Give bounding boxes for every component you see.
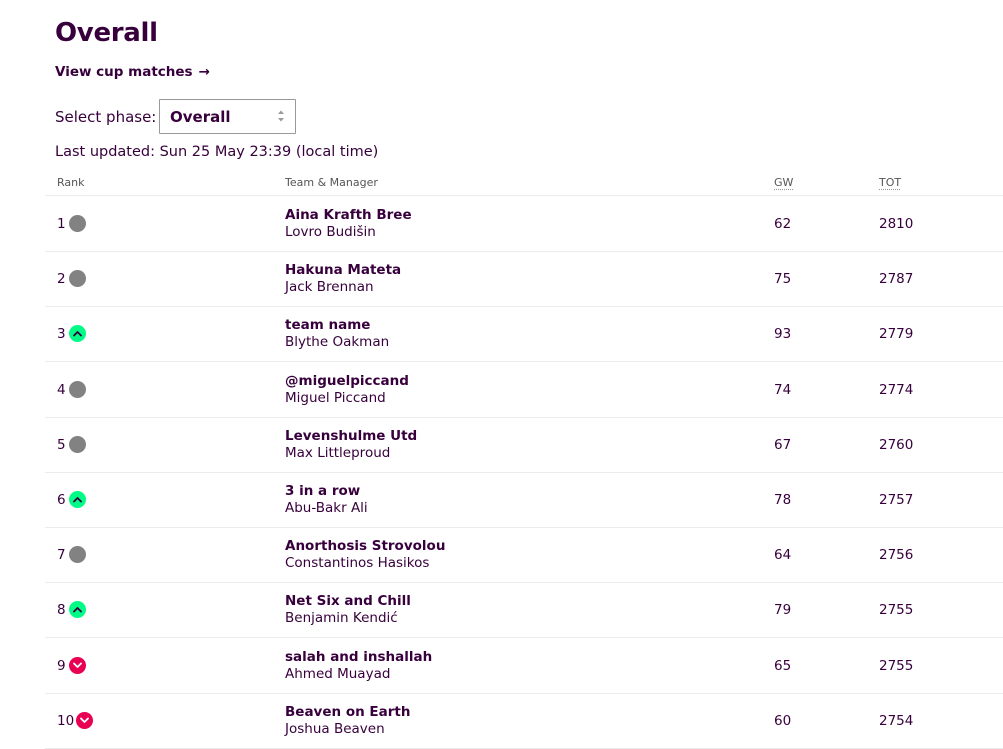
phase-select-value: Overall bbox=[170, 108, 231, 126]
total-points: 2760 bbox=[879, 436, 914, 453]
gw-points: 67 bbox=[774, 436, 792, 453]
gw-points: 78 bbox=[774, 492, 792, 508]
arrow-right-icon: → bbox=[198, 64, 210, 80]
team-name-link[interactable]: @miguelpiccand bbox=[285, 373, 409, 389]
gw-column-header: GW bbox=[774, 176, 794, 189]
movement-down-icon bbox=[69, 656, 86, 674]
total-points: 2756 bbox=[879, 547, 914, 564]
gw-points: 64 bbox=[774, 547, 792, 564]
team-name-link[interactable]: Aina Krafth Bree bbox=[285, 207, 412, 223]
total-points: 2787 bbox=[879, 271, 914, 288]
team-name-link[interactable]: Levenshulme Utd bbox=[285, 428, 417, 444]
manager-name: Miguel Piccand bbox=[285, 389, 386, 406]
tot-column-header: TOT bbox=[879, 176, 902, 189]
movement-same-icon bbox=[69, 215, 86, 232]
movement-same-icon bbox=[69, 380, 86, 398]
table-row: 6 3 in a row Abu-Bakr Ali 78 2757 bbox=[45, 472, 1003, 528]
movement-same-icon bbox=[69, 546, 86, 564]
table-row: 3 team name Blythe Oakman 93 2779 bbox=[45, 306, 1003, 363]
total-points: 2757 bbox=[879, 492, 914, 508]
manager-name: Blythe Oakman bbox=[285, 334, 390, 351]
rank-value: 6 bbox=[57, 492, 66, 508]
view-cup-matches-link[interactable]: View cup matches → bbox=[55, 64, 210, 80]
phase-select[interactable]: Overall bbox=[159, 99, 296, 134]
manager-name: Joshua Beaven bbox=[285, 720, 385, 737]
select-arrows-icon bbox=[278, 110, 284, 122]
last-updated-text: Last updated: Sun 25 May 23:39 (local ti… bbox=[55, 144, 379, 160]
manager-name: Jack Brennan bbox=[285, 279, 374, 296]
rank-column-header: Rank bbox=[57, 176, 85, 189]
view-cup-matches-label: View cup matches bbox=[55, 64, 193, 80]
movement-same-icon bbox=[69, 435, 86, 453]
rank-value: 1 bbox=[57, 216, 66, 232]
gw-points: 79 bbox=[774, 602, 792, 619]
rank-value: 3 bbox=[57, 326, 66, 343]
team-name-link[interactable]: Beaven on Earth bbox=[285, 704, 410, 720]
team-name-link[interactable]: salah and inshallah bbox=[285, 649, 432, 665]
table-row: 9 salah and inshallah Ahmed Muayad 65 2755 bbox=[45, 638, 1003, 694]
manager-name: Ahmed Muayad bbox=[285, 665, 391, 682]
total-points: 2774 bbox=[879, 381, 914, 398]
team-name-link[interactable]: Anorthosis Strovolou bbox=[285, 538, 445, 554]
manager-name: Lovro Budišin bbox=[285, 224, 376, 240]
table-row: 10 Beaven on Earth Joshua Beaven 60 2754 bbox=[45, 693, 1003, 749]
total-points: 2755 bbox=[879, 657, 914, 674]
manager-name: Benjamin Kendić bbox=[285, 610, 398, 627]
page-title: Overall bbox=[55, 18, 158, 48]
table-row: 7 Anorthosis Strovolou Constantinos Hasiko… bbox=[45, 527, 1003, 584]
movement-up-icon bbox=[69, 325, 86, 343]
total-points: 2755 bbox=[879, 602, 914, 619]
rank-value: 9 bbox=[57, 657, 66, 674]
phase-select-label: Select phase: bbox=[55, 108, 157, 126]
team-name-link[interactable]: Net Six and Chill bbox=[285, 593, 411, 609]
team-manager-column-header: Team & Manager bbox=[285, 176, 378, 189]
rank-value: 8 bbox=[57, 602, 66, 619]
rank-value: 2 bbox=[57, 271, 66, 288]
gw-points: 93 bbox=[774, 326, 792, 343]
team-name-link[interactable]: Hakuna Mateta bbox=[285, 262, 401, 278]
gw-points: 62 bbox=[774, 216, 792, 232]
rank-value: 5 bbox=[57, 436, 66, 453]
rank-value: 7 bbox=[57, 547, 66, 564]
movement-up-icon bbox=[69, 491, 86, 508]
movement-same-icon bbox=[69, 270, 86, 288]
team-name-link[interactable]: 3 in a row bbox=[285, 483, 360, 499]
rank-value: 4 bbox=[57, 381, 66, 398]
table-row: 2 Hakuna Mateta Jack Brennan 75 2787 bbox=[45, 251, 1003, 308]
manager-name: Abu-Bakr Ali bbox=[285, 500, 368, 516]
gw-points: 75 bbox=[774, 271, 792, 288]
manager-name: Max Littleproud bbox=[285, 444, 391, 461]
table-row: 1 Aina Krafth Bree Lovro Budišin 62 2810 bbox=[45, 196, 1003, 252]
total-points: 2810 bbox=[879, 216, 914, 232]
gw-points: 60 bbox=[774, 712, 792, 729]
total-points: 2779 bbox=[879, 326, 914, 343]
team-name-link[interactable]: team name bbox=[285, 317, 370, 333]
table-row: 4 @miguelpiccand Miguel Piccand 74 2774 bbox=[45, 362, 1003, 418]
movement-down-icon bbox=[76, 711, 93, 729]
total-points: 2754 bbox=[879, 712, 914, 729]
table-row: 5 Levenshulme Utd Max Littleproud 67 2760 bbox=[45, 417, 1003, 473]
manager-name: Constantinos Hasikos bbox=[285, 555, 430, 572]
table-row: 8 Net Six and Chill Benjamin Kendić 79 2755 bbox=[45, 582, 1003, 639]
movement-up-icon bbox=[69, 601, 86, 619]
gw-points: 65 bbox=[774, 657, 792, 674]
gw-points: 74 bbox=[774, 381, 792, 398]
rank-value: 10 bbox=[57, 712, 75, 729]
